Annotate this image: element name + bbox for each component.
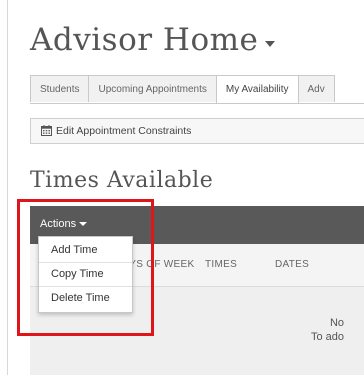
- page-title-text: Advisor Home: [30, 22, 259, 58]
- column-header-dates[interactable]: DATES: [275, 259, 309, 270]
- tab-bar: Students Upcoming Appointments My Availa…: [30, 75, 364, 104]
- tab-label: Students: [40, 84, 80, 95]
- page-title[interactable]: Advisor Home: [30, 22, 276, 58]
- tab-upcoming-appointments[interactable]: Upcoming Appointments: [88, 75, 217, 102]
- empty-message-line-2: To ado: [310, 331, 344, 343]
- section-title: Times Available: [30, 168, 214, 193]
- tab-label: Upcoming Appointments: [98, 84, 207, 95]
- red-highlight-box: [17, 199, 154, 336]
- left-border: [7, 0, 8, 375]
- tab-my-availability[interactable]: My Availability: [215, 75, 299, 103]
- tab-label: Adv: [307, 84, 325, 95]
- edit-constraints-label: Edit Appointment Constraints: [56, 125, 192, 137]
- tab-label: My Availability: [225, 84, 289, 95]
- chevron-down-icon: [265, 40, 276, 47]
- tab-students[interactable]: Students: [30, 75, 90, 102]
- tab-advisor[interactable]: Adv: [297, 75, 335, 102]
- empty-message-line-1: No: [329, 317, 344, 329]
- edit-appointment-constraints-button[interactable]: Edit Appointment Constraints: [30, 118, 364, 144]
- column-header-times[interactable]: TIMES: [205, 259, 237, 270]
- calendar-icon: [41, 125, 52, 136]
